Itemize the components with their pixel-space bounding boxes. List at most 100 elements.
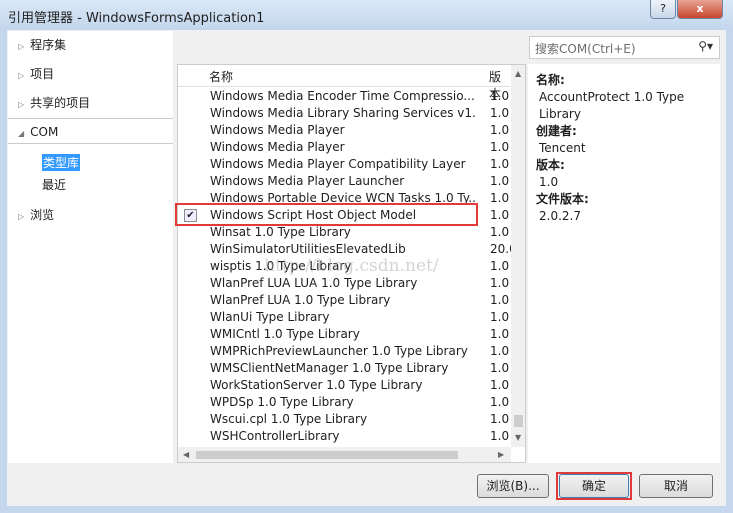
list-row[interactable]: Windows Media Player Launcher 1.0 — [178, 173, 510, 190]
row-name: WlanPref LUA 1.0 Type Library — [210, 293, 391, 307]
nav-sub-type-libraries[interactable]: 类型库 — [42, 154, 81, 171]
scroll-up-icon[interactable]: ▲ — [515, 69, 521, 78]
column-header-name[interactable]: 名称 — [209, 68, 233, 85]
scroll-left-icon[interactable]: ◀ — [183, 450, 189, 459]
row-name: Windows Media Player Compatibility Layer — [210, 157, 466, 171]
row-name: WMSClientNetManager 1.0 Type Library — [210, 361, 449, 375]
nav-item-assemblies[interactable]: ▷ 程序集 — [8, 32, 173, 58]
row-name: Windows Media Library Sharing Services v… — [210, 106, 475, 120]
list-row[interactable]: Wscui.cpl 1.0 Type Library 1.0 — [178, 411, 510, 428]
row-version: 1.0 — [490, 191, 510, 205]
row-name: WMPRichPreviewLauncher 1.0 Type Library — [210, 344, 468, 358]
cancel-button[interactable]: 取消 — [639, 474, 713, 498]
list-row[interactable]: WlanUi Type Library 1.0 — [178, 309, 510, 326]
creator-label: 创建者: — [536, 124, 577, 138]
scroll-thumb[interactable] — [196, 451, 458, 459]
expand-icon: ▷ — [18, 71, 25, 80]
search-icon[interactable]: ⚲▾ — [698, 39, 713, 53]
nav-item-projects[interactable]: ▷ 项目 — [8, 61, 173, 87]
file-version-label: 文件版本: — [536, 192, 589, 206]
row-name: WPDSp 1.0 Type Library — [210, 395, 354, 409]
row-version: 1.0 — [490, 412, 510, 426]
row-version: 1.0 — [490, 293, 510, 307]
row-version: 1.0 — [490, 174, 510, 188]
list-row[interactable]: Windows Media Player 1.0 — [178, 122, 510, 139]
name-label: 名称: — [536, 73, 565, 87]
list-row[interactable]: WMSClientNetManager 1.0 Type Library 1.0 — [178, 360, 510, 377]
list-row[interactable]: WMICntl 1.0 Type Library 1.0 — [178, 326, 510, 343]
nav-label: COM — [30, 125, 59, 139]
nav-panel: ▷ 程序集 ▷ 项目 ▷ 共享的项目 ◢ COM 类型库 最近 ▷ 浏览 — [8, 31, 173, 463]
watermark: http://blog.csdn.net/ — [264, 256, 439, 276]
list-row[interactable]: Windows Media Library Sharing Services v… — [178, 105, 510, 122]
row-name: Winsat 1.0 Type Library — [210, 225, 351, 239]
row-version: 1.0 — [490, 157, 510, 171]
search-placeholder: 搜索COM(Ctrl+E) — [535, 42, 636, 56]
row-name: Windows Media Player — [210, 140, 345, 154]
expand-icon: ▷ — [18, 42, 25, 51]
row-version: 1.0 — [490, 225, 510, 239]
list-row[interactable]: WlanPref LUA LUA 1.0 Type Library 1.0 — [178, 275, 510, 292]
nav-label: 浏览 — [30, 208, 55, 222]
scroll-thumb[interactable] — [514, 415, 523, 427]
title-bar: 引用管理器 - WindowsFormsApplication1 ? x — [0, 0, 733, 30]
expand-icon: ▷ — [18, 212, 25, 221]
close-button[interactable]: x — [677, 0, 723, 19]
scroll-down-icon[interactable]: ▼ — [515, 433, 521, 442]
window-title: 引用管理器 - WindowsFormsApplication1 — [8, 11, 265, 26]
search-input[interactable]: 搜索COM(Ctrl+E) ⚲▾ — [529, 36, 720, 59]
row-version: 1.0 — [490, 106, 510, 120]
row-name: Wscui.cpl 1.0 Type Library — [210, 412, 368, 426]
row-version: 1.0 — [490, 378, 510, 392]
list-row[interactable]: Windows Media Player 1.0 — [178, 139, 510, 156]
nav-label: 项目 — [30, 67, 55, 81]
list-row[interactable]: Windows Media Encoder Time Compressio...… — [178, 88, 510, 105]
row-name: WSHControllerLibrary — [210, 429, 340, 443]
row-version: 1.0 — [490, 123, 510, 137]
list-row[interactable]: WSHControllerLibrary 1.0 — [178, 428, 510, 445]
row-version: 1.0 — [490, 327, 510, 341]
expand-icon: ▷ — [18, 100, 25, 109]
version-label: 版本: — [536, 158, 565, 172]
row-version: 1.0 — [490, 140, 510, 154]
list-header: 名称 版本 — [178, 65, 510, 101]
row-version: 1.0 — [490, 208, 510, 222]
list-row[interactable]: Windows Media Player Compatibility Layer… — [178, 156, 510, 173]
details-panel: 名称: AccountProtect 1.0 Type Library 创建者:… — [528, 64, 720, 463]
list-row[interactable]: Winsat 1.0 Type Library 1.0 — [178, 224, 510, 241]
nav-label: 程序集 — [30, 38, 67, 52]
row-name: WlanUi Type Library — [210, 310, 330, 324]
scroll-right-icon[interactable]: ▶ — [498, 450, 504, 459]
list-row[interactable]: WPDSp 1.0 Type Library 1.0 — [178, 394, 510, 411]
horizontal-scrollbar[interactable]: ◀ ▶ — [178, 447, 511, 462]
row-version: 1.0 — [490, 89, 510, 103]
highlight-box — [175, 203, 478, 226]
browse-button[interactable]: 浏览(B)... — [477, 474, 549, 498]
row-version: 1.0 — [490, 259, 510, 273]
row-name: WlanPref LUA LUA 1.0 Type Library — [210, 276, 418, 290]
nav-label: 共享的项目 — [30, 96, 91, 110]
collapse-icon: ◢ — [18, 129, 25, 138]
row-version: 1.0 — [490, 344, 510, 358]
row-name: Windows Media Player Launcher — [210, 174, 405, 188]
row-name: Windows Media Player — [210, 123, 345, 137]
nav-sub-recent[interactable]: 最近 — [42, 176, 66, 193]
row-name: WorkStationServer 1.0 Type Library — [210, 378, 423, 392]
row-version: 1.0 — [490, 395, 510, 409]
version-value: 1.0 — [539, 175, 559, 189]
list-row[interactable]: WMPRichPreviewLauncher 1.0 Type Library 1… — [178, 343, 510, 360]
name-value: AccountProtect 1.0 Type Library — [539, 90, 685, 121]
help-button[interactable]: ? — [650, 0, 676, 19]
vertical-scrollbar[interactable]: ▲ ▼ — [511, 65, 525, 447]
row-name: WMICntl 1.0 Type Library — [210, 327, 360, 341]
row-version: 1.0 — [490, 429, 510, 443]
creator-value: Tencent — [539, 141, 586, 155]
nav-item-shared-projects[interactable]: ▷ 共享的项目 — [8, 90, 173, 116]
list-row[interactable]: WorkStationServer 1.0 Type Library 1.0 — [178, 377, 510, 394]
list-row[interactable]: WlanPref LUA 1.0 Type Library 1.0 — [178, 292, 510, 309]
nav-item-browse[interactable]: ▷ 浏览 — [8, 202, 173, 228]
row-name: Windows Media Encoder Time Compressio... — [210, 89, 475, 103]
row-version: 1.0 — [490, 361, 510, 375]
row-version: 1.0 — [490, 276, 510, 290]
nav-item-com[interactable]: ◢ COM — [8, 118, 173, 144]
